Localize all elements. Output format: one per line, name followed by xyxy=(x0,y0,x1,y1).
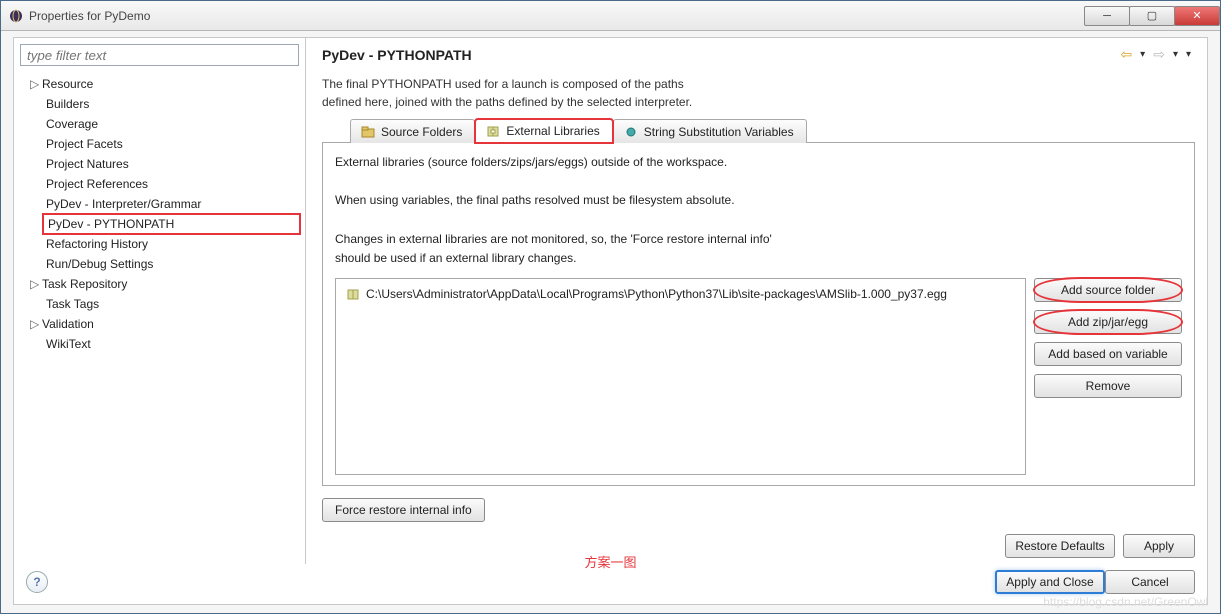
bullet-icon xyxy=(624,125,638,139)
tree-item-pydev-pythonpath[interactable]: PyDev - PYTHONPATH xyxy=(42,213,301,235)
folder-package-icon xyxy=(361,125,375,139)
tree-item-resource[interactable]: ▷Resource xyxy=(24,74,305,94)
tree-item-wikitext[interactable]: WikiText xyxy=(24,334,305,354)
external-libraries-list[interactable]: C:\Users\Administrator\AppData\Local\Pro… xyxy=(335,278,1026,475)
tree-item-pydev-interpreter[interactable]: PyDev - Interpreter/Grammar xyxy=(24,194,305,214)
archive-icon xyxy=(346,287,360,301)
page-title: PyDev - PYTHONPATH xyxy=(322,47,1116,63)
restore-defaults-button[interactable]: Restore Defaults xyxy=(1005,534,1115,558)
apply-button[interactable]: Apply xyxy=(1123,534,1195,558)
add-source-folder-button[interactable]: Add source folder xyxy=(1034,278,1182,302)
help-button[interactable]: ? xyxy=(26,571,48,593)
left-panel: ▷Resource Builders Coverage Project Face… xyxy=(14,38,306,564)
filter-input[interactable] xyxy=(20,44,299,66)
tree-item-coverage[interactable]: Coverage xyxy=(24,114,305,134)
right-panel: PyDev - PYTHONPATH ⇦ ▾ ⇨ ▾ ▾ The final P… xyxy=(306,38,1207,564)
archive-icon xyxy=(486,124,500,138)
tab-content-external: External libraries (source folders/zips/… xyxy=(322,142,1195,486)
tab-string-substitution[interactable]: String Substitution Variables xyxy=(613,119,807,143)
maximize-button[interactable]: ▢ xyxy=(1129,6,1175,26)
property-tree[interactable]: ▷Resource Builders Coverage Project Face… xyxy=(14,72,305,564)
eclipse-icon xyxy=(9,9,23,23)
minimize-button[interactable]: ─ xyxy=(1084,6,1130,26)
library-path: C:\Users\Administrator\AppData\Local\Pro… xyxy=(366,287,947,301)
tree-item-project-references[interactable]: Project References xyxy=(24,174,305,194)
titlebar: Properties for PyDemo ─ ▢ ✕ xyxy=(1,1,1220,31)
tree-item-rundebug[interactable]: Run/Debug Settings xyxy=(24,254,305,274)
apply-and-close-button[interactable]: Apply and Close xyxy=(995,570,1105,594)
window-title: Properties for PyDemo xyxy=(29,9,150,23)
tree-item-project-natures[interactable]: Project Natures xyxy=(24,154,305,174)
list-item[interactable]: C:\Users\Administrator\AppData\Local\Pro… xyxy=(342,285,1019,303)
back-menu[interactable]: ▾ xyxy=(1136,49,1149,60)
tree-item-project-facets[interactable]: Project Facets xyxy=(24,134,305,154)
tree-item-builders[interactable]: Builders xyxy=(24,94,305,114)
remove-button[interactable]: Remove xyxy=(1034,374,1182,398)
forward-button[interactable]: ⇨ xyxy=(1149,44,1169,65)
tab-bar: Source Folders External Libraries String… xyxy=(350,119,1195,143)
tree-item-refactoring-history[interactable]: Refactoring History xyxy=(24,234,305,254)
add-zip-jar-egg-button[interactable]: Add zip/jar/egg xyxy=(1034,310,1182,334)
tab-external-libraries[interactable]: External Libraries xyxy=(475,119,612,143)
forward-menu[interactable]: ▾ xyxy=(1169,49,1182,60)
close-button[interactable]: ✕ xyxy=(1174,6,1220,26)
cancel-button[interactable]: Cancel xyxy=(1105,570,1195,594)
view-menu[interactable]: ▾ xyxy=(1182,49,1195,60)
tree-item-validation[interactable]: ▷Validation xyxy=(24,314,305,334)
force-restore-button[interactable]: Force restore internal info xyxy=(322,498,485,522)
add-based-on-variable-button[interactable]: Add based on variable xyxy=(1034,342,1182,366)
description: The final PYTHONPATH used for a launch i… xyxy=(322,75,1195,111)
tab-source-folders[interactable]: Source Folders xyxy=(350,119,475,143)
back-button[interactable]: ⇦ xyxy=(1116,44,1136,65)
tree-item-task-repository[interactable]: ▷Task Repository xyxy=(24,274,305,294)
tree-item-task-tags[interactable]: Task Tags xyxy=(24,294,305,314)
